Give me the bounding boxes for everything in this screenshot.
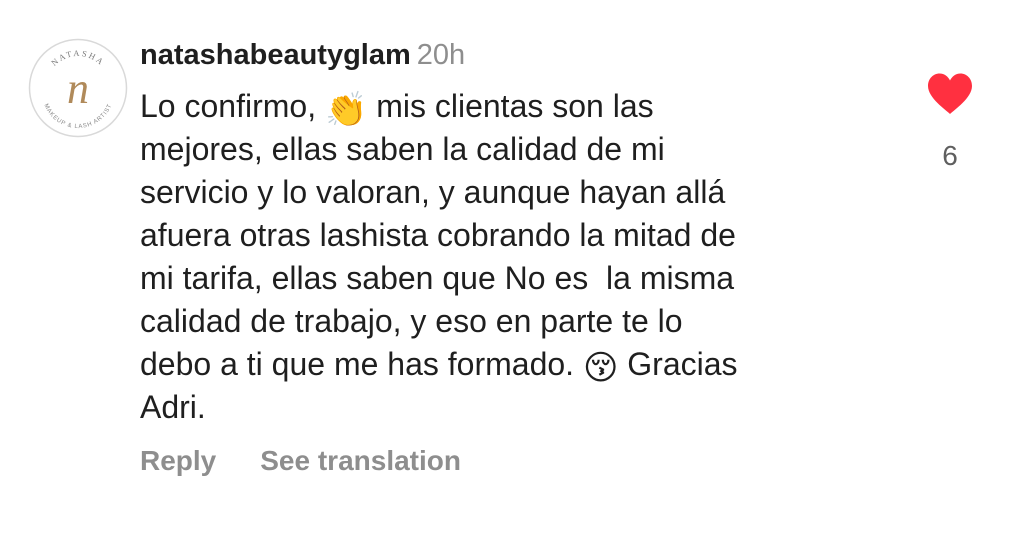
comment-line: mejores, ellas saben la calidad de mi: [140, 131, 665, 167]
clapping-hands-emoji: 👏: [324, 91, 368, 129]
username[interactable]: natashabeautyglam: [140, 39, 411, 71]
comment-meta: natashabeautyglam 20h: [140, 36, 880, 74]
comment-line: Lo confirmo, 👏 mis clientas son las: [140, 85, 880, 128]
comment-line: debo a ti que me has formado. 😚 Gracias: [140, 343, 880, 386]
avatar-monogram: n: [67, 64, 89, 113]
heart-icon[interactable]: [926, 72, 974, 116]
timestamp: 20h: [416, 39, 466, 71]
kissing-face-emoji: 😚: [582, 349, 619, 387]
comment-line: Adri.: [140, 389, 206, 425]
comment-line: servicio y lo valoran, y aunque hayan al…: [140, 174, 726, 210]
reply-button[interactable]: Reply: [140, 445, 216, 476]
comment-actions: Reply See translation: [140, 445, 461, 477]
comment-text-segment: debo a ti que me has formado.: [140, 346, 575, 382]
like-count: 6: [942, 140, 958, 171]
comment-line: calidad de trabajo, y eso en parte te lo: [140, 303, 683, 339]
avatar[interactable]: NATASHA n MAKEUP & LASH ARTIST: [28, 38, 128, 138]
comment: NATASHA n MAKEUP & LASH ARTIST natashabe…: [0, 0, 1024, 541]
comment-text-segment: mis clientas son las: [376, 88, 654, 124]
like-area: 6: [926, 72, 974, 172]
comment-text-segment: Lo confirmo,: [140, 88, 317, 124]
comment-content: natashabeautyglam 20h Lo confirmo, 👏 mis …: [140, 36, 880, 429]
see-translation-button[interactable]: See translation: [260, 445, 461, 476]
comment-line: mi tarifa, ellas saben que No es la mism…: [140, 260, 735, 296]
comment-text: Lo confirmo, 👏 mis clientas son las mejo…: [140, 85, 880, 429]
comment-line: afuera otras lashista cobrando la mitad …: [140, 217, 736, 253]
comment-text-segment: Gracias: [627, 346, 738, 382]
